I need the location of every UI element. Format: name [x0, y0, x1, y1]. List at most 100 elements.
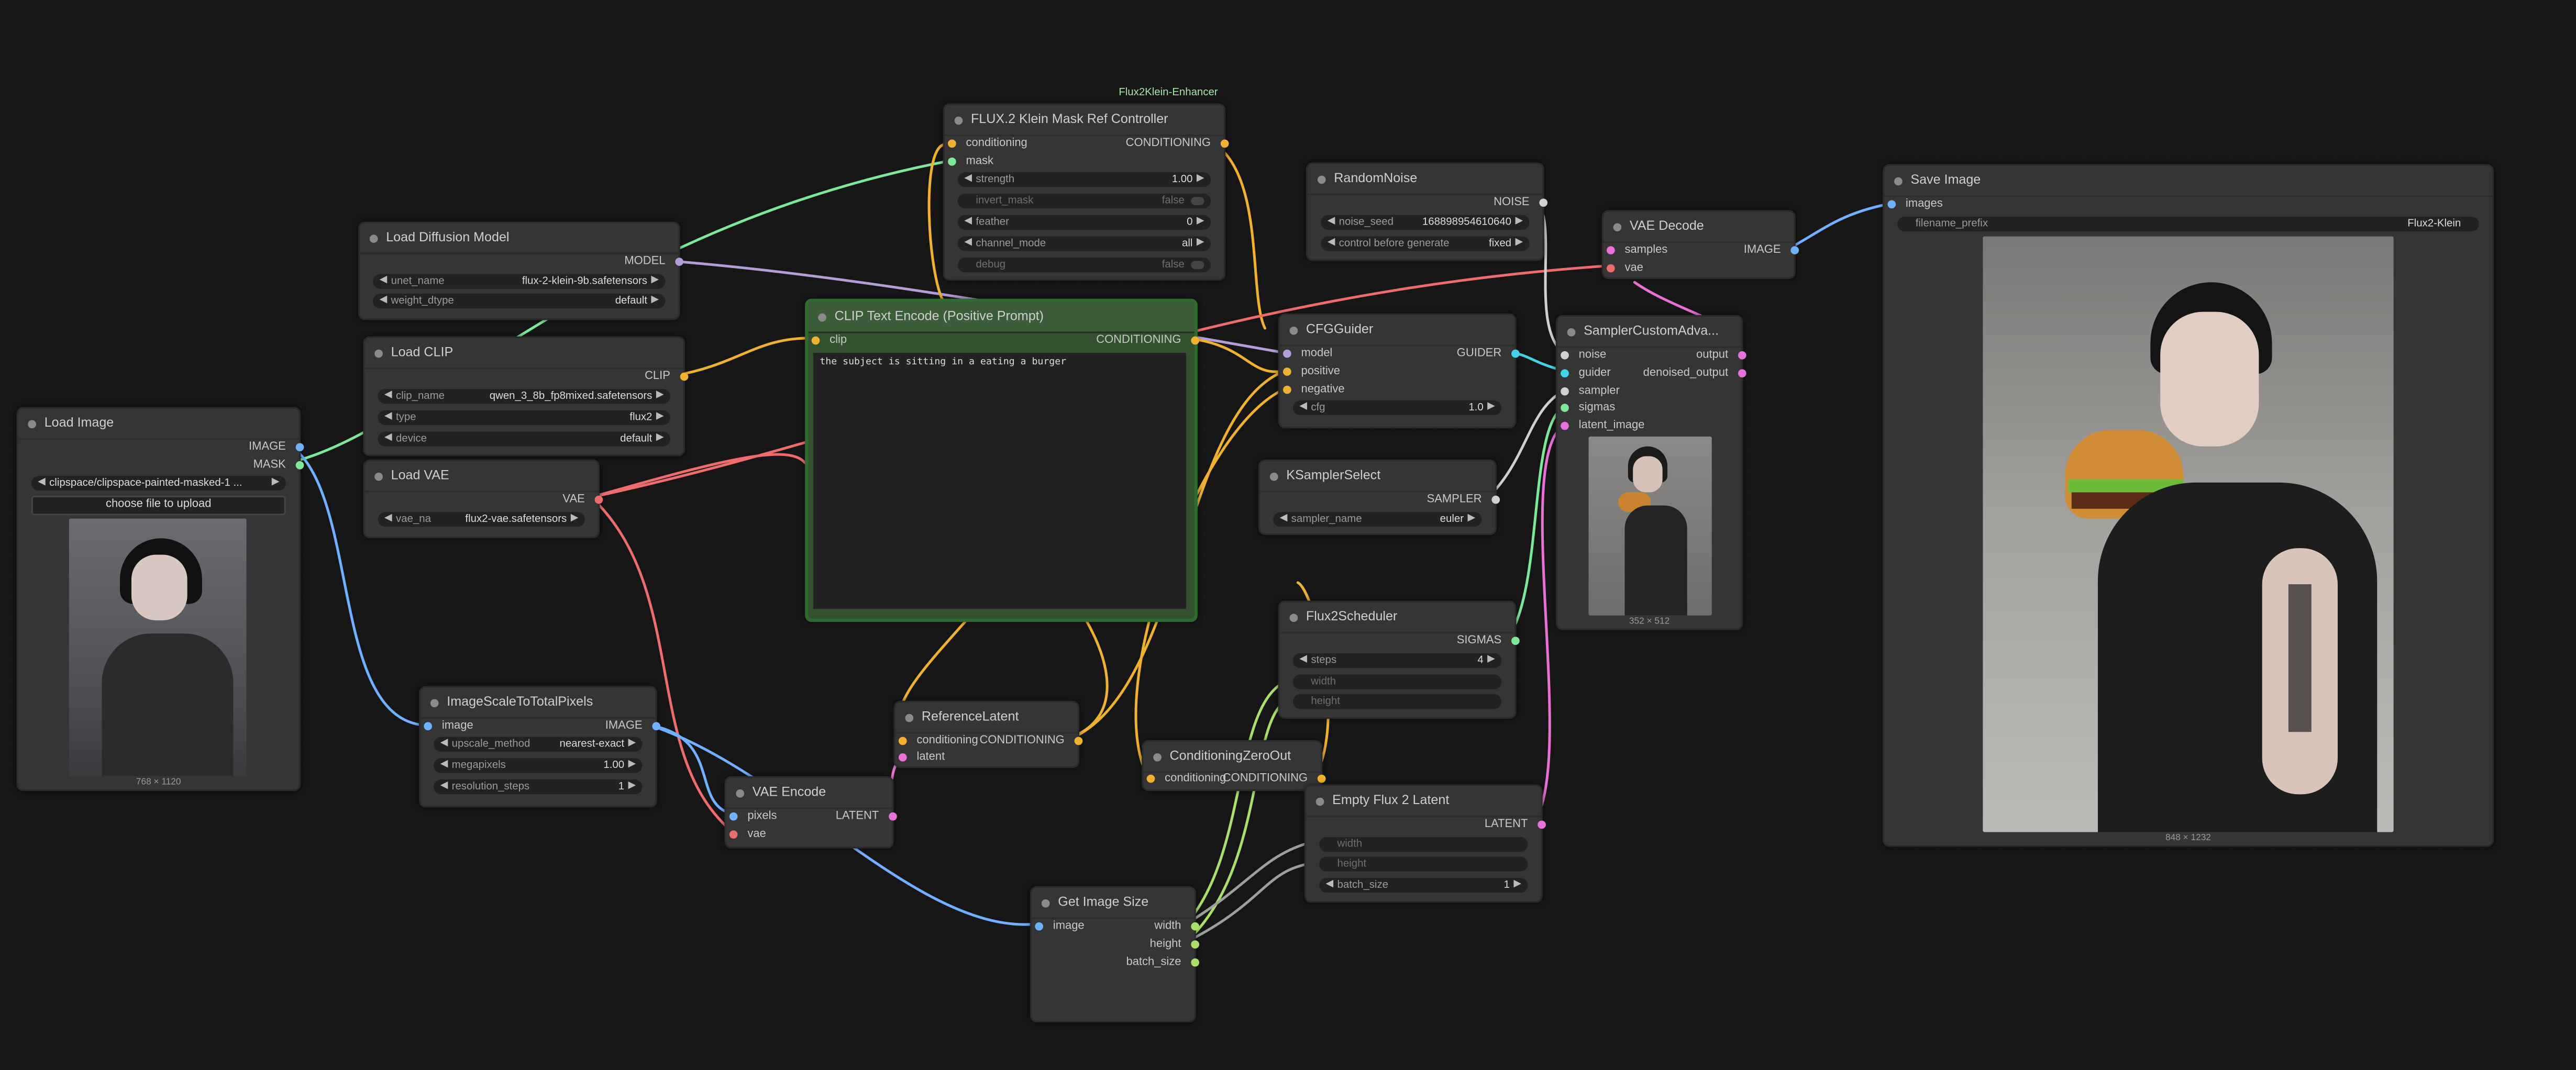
- node-title[interactable]: VAE Encode: [726, 778, 892, 809]
- input-negative[interactable]: negative: [1283, 384, 1345, 396]
- output-pin[interactable]: [1191, 336, 1200, 345]
- steps-widget[interactable]: ◀ steps 4 ▶: [1292, 653, 1502, 668]
- node-title[interactable]: CFGGuider: [1279, 315, 1515, 347]
- input-conditioning[interactable]: conditioning: [948, 138, 1027, 149]
- feather-widget[interactable]: ◀ feather 0 ▶: [957, 215, 1211, 230]
- node-collapse-dot[interactable]: [374, 472, 383, 481]
- batch-size-widget[interactable]: ◀ batch_size 1 ▶: [1319, 878, 1528, 893]
- width-widget[interactable]: width: [1319, 837, 1528, 852]
- clip-name-widget[interactable]: ◀ clip_name qwen_3_8b_fp8mixed.safetensors…: [378, 388, 670, 404]
- node-collapse-dot[interactable]: [905, 714, 914, 722]
- node-title[interactable]: Flux2Scheduler: [1279, 603, 1515, 634]
- output-noise[interactable]: NOISE: [1494, 197, 1548, 208]
- output-pin[interactable]: [1511, 637, 1520, 645]
- input-pin[interactable]: [1283, 349, 1291, 358]
- input-pin[interactable]: [1283, 367, 1291, 376]
- node-collapse-dot[interactable]: [28, 420, 37, 429]
- node-collapse-dot[interactable]: [430, 699, 439, 708]
- type-widget[interactable]: ◀ type flux2 ▶: [378, 410, 670, 425]
- debug-toggle[interactable]: debug false: [957, 258, 1211, 273]
- node-collapse-dot[interactable]: [1289, 326, 1298, 335]
- output-pin[interactable]: [295, 461, 304, 470]
- output-pin[interactable]: [652, 722, 661, 731]
- upload-button[interactable]: choose file to upload: [31, 495, 286, 516]
- input-vae[interactable]: vae: [1606, 263, 1643, 274]
- input-pin[interactable]: [811, 336, 820, 345]
- arrow-right-icon[interactable]: ▶: [628, 779, 636, 794]
- node-collapse-dot[interactable]: [818, 313, 826, 322]
- node-title[interactable]: ImageScaleToTotalPixels: [421, 688, 656, 719]
- input-conditioning[interactable]: conditioning: [898, 735, 978, 746]
- output-sigmas[interactable]: SIGMAS: [1457, 635, 1520, 647]
- conditioning-zero-out-node[interactable]: ConditioningZeroOut conditioning CONDITI…: [1142, 740, 1326, 792]
- input-conditioning[interactable]: conditioning: [1146, 773, 1226, 785]
- random-noise-node[interactable]: RandomNoise NOISE ◀ noise_seed 16889895461…: [1306, 162, 1548, 261]
- input-samples[interactable]: samples: [1606, 244, 1667, 256]
- node-title[interactable]: FLUX.2 Klein Mask Ref Controller: [944, 105, 1224, 137]
- megapixels-widget[interactable]: ◀ megapixels 1.00 ▶: [434, 758, 643, 773]
- node-collapse-dot[interactable]: [1269, 472, 1278, 481]
- toggle-icon[interactable]: [1191, 261, 1204, 270]
- node-collapse-dot[interactable]: [1153, 753, 1162, 762]
- output-conditioning[interactable]: CONDITIONING: [1096, 335, 1200, 346]
- arrow-right-icon[interactable]: ▶: [656, 389, 664, 404]
- output-pin[interactable]: [594, 495, 603, 504]
- input-guider[interactable]: guider: [1561, 367, 1611, 379]
- arrow-right-icon[interactable]: ▶: [651, 294, 659, 308]
- arrow-left-icon[interactable]: ◀: [1328, 236, 1335, 251]
- output-pin[interactable]: [680, 372, 689, 381]
- empty-flux2-latent-node[interactable]: Empty Flux 2 Latent LATENT width height …: [1304, 784, 1546, 903]
- arrow-left-icon[interactable]: ◀: [1299, 400, 1307, 415]
- noise-seed-widget[interactable]: ◀ noise_seed 168898954610640 ▶: [1321, 215, 1530, 230]
- image-scale-node[interactable]: ImageScaleToTotalPixels image IMAGE ◀ ups…: [418, 686, 661, 808]
- arrow-left-icon[interactable]: ◀: [964, 236, 972, 251]
- arrow-left-icon[interactable]: ◀: [1280, 512, 1288, 527]
- node-title[interactable]: Load CLIP: [364, 338, 683, 370]
- output-conditioning[interactable]: CONDITIONING: [1126, 138, 1229, 149]
- input-pin[interactable]: [1561, 351, 1569, 360]
- load-clip-node[interactable]: Load CLIP CLIP ◀ clip_name qwen_3_8b_fp8mi…: [363, 336, 689, 456]
- node-title[interactable]: Load Diffusion Model: [360, 223, 679, 254]
- output-width[interactable]: width: [1154, 921, 1200, 932]
- input-pin[interactable]: [1561, 421, 1569, 430]
- node-collapse-dot[interactable]: [374, 349, 383, 358]
- node-title[interactable]: Save Image: [1884, 166, 2492, 197]
- arrow-left-icon[interactable]: ◀: [384, 389, 392, 404]
- sampler-name-widget[interactable]: ◀ sampler_name euler ▶: [1273, 512, 1482, 527]
- prompt-textarea[interactable]: the subject is sitting in a eating a bur…: [813, 353, 1186, 609]
- arrow-right-icon[interactable]: ▶: [651, 274, 659, 289]
- input-mask[interactable]: mask: [948, 156, 993, 168]
- unet-name-widget[interactable]: ◀ unet_name flux-2-klein-9b.safetensors ▶: [373, 274, 666, 289]
- clip-text-encode-node[interactable]: CLIP Text Encode (Positive Prompt) clip …: [805, 298, 1200, 622]
- arrow-right-icon[interactable]: ▶: [1468, 512, 1476, 527]
- invert-mask-toggle[interactable]: invert_mask false: [957, 193, 1211, 209]
- node-title[interactable]: VAE Decode: [1603, 211, 1794, 243]
- node-collapse-dot[interactable]: [736, 789, 745, 798]
- height-widget[interactable]: height: [1319, 856, 1528, 872]
- output-image[interactable]: IMAGE: [1744, 244, 1799, 256]
- node-collapse-dot[interactable]: [1567, 328, 1576, 337]
- input-sampler[interactable]: sampler: [1561, 386, 1620, 397]
- input-images[interactable]: images: [1887, 198, 1943, 210]
- input-pin[interactable]: [948, 139, 956, 148]
- arrow-left-icon[interactable]: ◀: [440, 779, 448, 794]
- output-vae[interactable]: VAE: [562, 494, 603, 506]
- device-widget[interactable]: ◀ device default ▶: [378, 431, 670, 447]
- arrow-left-icon[interactable]: ◀: [440, 737, 448, 752]
- resolution-steps-widget[interactable]: ◀ resolution_steps 1 ▶: [434, 779, 643, 795]
- flux2-scheduler-node[interactable]: Flux2Scheduler SIGMAS ◀ steps 4 ▶ width hei…: [1278, 600, 1520, 719]
- output-model[interactable]: MODEL: [624, 256, 683, 268]
- output-guider[interactable]: GUIDER: [1457, 348, 1520, 360]
- arrow-left-icon[interactable]: ◀: [964, 172, 972, 187]
- output-sampler[interactable]: SAMPLER: [1427, 494, 1500, 506]
- arrow-right-icon[interactable]: ▶: [1515, 236, 1523, 251]
- node-canvas[interactable]: Flux2Klein-Enhancer Load Image IMAGE MAS…: [0, 0, 2576, 1070]
- node-collapse-dot[interactable]: [1041, 899, 1050, 908]
- arrow-left-icon[interactable]: ◀: [1299, 653, 1307, 668]
- load-vae-node[interactable]: Load VAE VAE ◀ vae_na flux2-vae.safetensor…: [363, 459, 603, 539]
- reference-latent-node[interactable]: ReferenceLatent conditioning latent COND…: [893, 700, 1083, 768]
- get-image-size-node[interactable]: Get Image Size image width height batch_…: [1030, 886, 1200, 1023]
- filename-prefix-widget[interactable]: filename_prefix Flux2-Klein: [1897, 216, 2479, 232]
- output-pin[interactable]: [1191, 958, 1200, 967]
- output-pin[interactable]: [1738, 369, 1746, 378]
